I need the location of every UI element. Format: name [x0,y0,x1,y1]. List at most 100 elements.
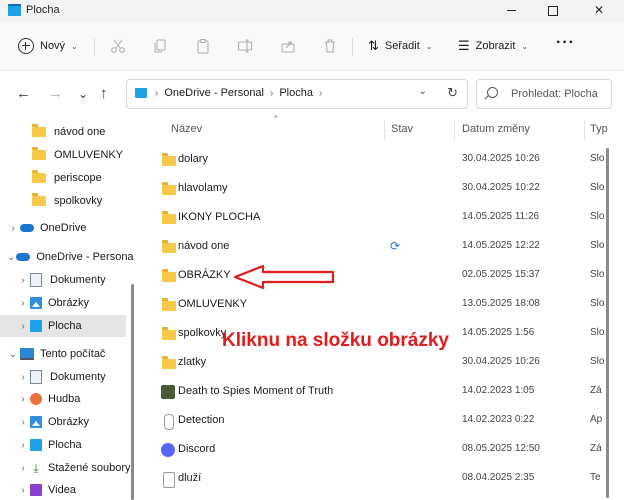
table-row[interactable]: Detection 14.02.2023 0:22 Ap [134,407,604,436]
chevron-down-icon[interactable]: ⌄ [419,86,427,97]
music-icon [30,393,42,405]
sidebar-item-tento-pocitac[interactable]: ⌄ Tento počítač [0,343,134,365]
table-row[interactable]: dolary 30.04.2025 10:26 Slo [134,146,604,175]
table-row[interactable]: Discord 08.05.2025 12:50 Zá [134,436,604,465]
file-date: 14.02.2023 1:05 [462,385,535,396]
table-row[interactable]: OMLUVENKY 13.05.2025 18:08 Slo [134,291,604,320]
chevron-down-icon: ⌄ [521,41,529,51]
sidebar-item-hudba[interactable]: › Hudba [0,388,134,410]
file-type: Slo [590,327,605,338]
table-row[interactable]: návod one ⟳ 14.05.2025 12:22 Slo [134,233,604,262]
copy-button[interactable] [150,36,170,56]
maximize-icon [548,5,558,16]
chevron-down-icon: ⌄ [425,41,433,51]
column-header-type[interactable]: Typ [590,116,608,142]
back-arrow-icon[interactable]: ← [16,85,31,102]
address-bar[interactable]: › OneDrive - Personal › Plocha › ⌄ ↻ [126,79,468,109]
title-bar: Plocha ✕ [0,0,624,22]
file-type: Slo [590,211,605,222]
sidebar-item-periscope[interactable]: periscope [0,167,134,189]
file-name: Discord [178,443,216,455]
sidebar-item-obrazky[interactable]: › Obrázky [0,292,134,314]
more-options-button[interactable]: ··· [556,34,575,58]
breadcrumb-plocha[interactable]: Plocha [279,87,313,99]
sidebar-item-navod-one[interactable]: návod one [0,121,134,143]
column-header-status[interactable]: Stav [391,116,413,142]
sidebar-item-stazene-soubory[interactable]: › ⤓ Stažené soubory [0,457,134,479]
folder-icon [162,211,176,224]
column-divider[interactable] [454,120,455,140]
share-button[interactable] [278,36,298,56]
computer-icon [20,348,34,360]
column-divider[interactable] [584,120,585,140]
sidebar-item-videa[interactable]: › Videa [0,479,134,500]
chevron-right-icon: › [21,484,25,496]
view-icon: ☰ [458,38,470,53]
paste-button[interactable] [193,36,213,56]
column-divider[interactable] [384,120,385,140]
chevron-right-icon: › [21,297,25,309]
forward-arrow-icon[interactable]: → [48,85,63,102]
sidebar-item-dokumenty[interactable]: › Dokumenty [0,269,134,291]
table-row[interactable]: OBRÁZKY 02.05.2025 15:37 Slo [134,262,604,291]
table-row[interactable]: dluží 08.04.2025 2:35 Te [134,465,604,494]
sidebar-item-dokumenty-pc[interactable]: › Dokumenty [0,366,134,388]
delete-button[interactable] [320,36,340,56]
table-row[interactable]: IKONY PLOCHA 14.05.2025 11:26 Slo [134,204,604,233]
sidebar-item-plocha-pc[interactable]: › Plocha [0,434,134,456]
file-date: 08.05.2025 12:50 [462,443,540,454]
sidebar-item-plocha[interactable]: › Plocha [0,315,126,337]
chevron-right-icon: › [21,320,25,332]
sidebar-item-label: periscope [54,172,102,184]
annotation-arrow-icon [233,264,335,290]
search-input[interactable]: Prohledat: Plocha [476,79,612,109]
chevron-right-icon: › [21,371,25,383]
new-button[interactable]: Nový ⌄ [18,34,78,58]
column-header-name[interactable]: Název [171,116,202,142]
rename-button[interactable] [235,36,255,56]
sidebar-item-label: OMLUVENKY [54,149,124,161]
file-type: Slo [590,356,605,367]
file-name: hlavolamy [178,182,228,194]
table-row[interactable]: Death to Spies Moment of Truth 14.02.202… [134,378,604,407]
annotation-text: Kliknu na složku obrázky [222,330,449,351]
breadcrumb-onedrive[interactable]: OneDrive - Personal [164,87,264,99]
sidebar-item-label: Plocha [48,320,82,332]
sort-button[interactable]: ⇅ Seřadit ⌄ [368,34,432,58]
file-name: zlatky [178,356,207,368]
sidebar-item-spolkovky[interactable]: spolkovky [0,190,134,212]
file-type: Slo [590,298,605,309]
maximize-button[interactable] [530,0,576,22]
paste-icon [197,39,209,54]
refresh-icon[interactable]: ↻ [447,85,458,101]
table-row[interactable]: zlatky 30.04.2025 10:26 Slo [134,349,604,378]
file-type: Zá [590,385,602,396]
file-date: 08.04.2025 2:35 [462,472,535,483]
file-type: Slo [590,240,605,251]
close-icon: ✕ [593,3,605,17]
table-row[interactable]: hlavolamy 30.04.2025 10:22 Slo [134,175,604,204]
recent-locations-icon[interactable]: ⌄ [78,87,88,101]
sidebar-item-label: Dokumenty [50,274,106,286]
folder-app-icon [8,4,21,16]
column-header-date[interactable]: Datum změny [462,116,530,142]
file-list-scrollbar[interactable] [606,148,609,498]
cloud-icon [16,253,31,261]
sidebar-item-label: Stažené soubory [48,462,131,474]
sidebar-item-omluvenky[interactable]: OMLUVENKY [0,144,134,166]
file-name: návod one [178,240,230,252]
up-arrow-icon[interactable]: ↑ [100,85,108,102]
view-button[interactable]: ☰ Zobrazit ⌄ [458,34,528,58]
sidebar-item-label: Videa [48,484,76,496]
download-icon: ⤓ [33,461,39,475]
cut-button[interactable] [108,36,128,56]
close-button[interactable]: ✕ [576,0,622,22]
video-icon [30,484,42,496]
sort-label: Seřadit [384,40,420,52]
minimize-button[interactable] [488,0,534,22]
sidebar-item-obrazky-pc[interactable]: › Obrázky [0,411,134,433]
sidebar-item-onedrive[interactable]: › OneDrive [0,217,134,239]
game-shortcut-icon [161,385,175,399]
sidebar-item-onedrive-personal[interactable]: ⌄ OneDrive - Personal [0,246,134,268]
sidebar-item-label: OneDrive [40,222,87,234]
